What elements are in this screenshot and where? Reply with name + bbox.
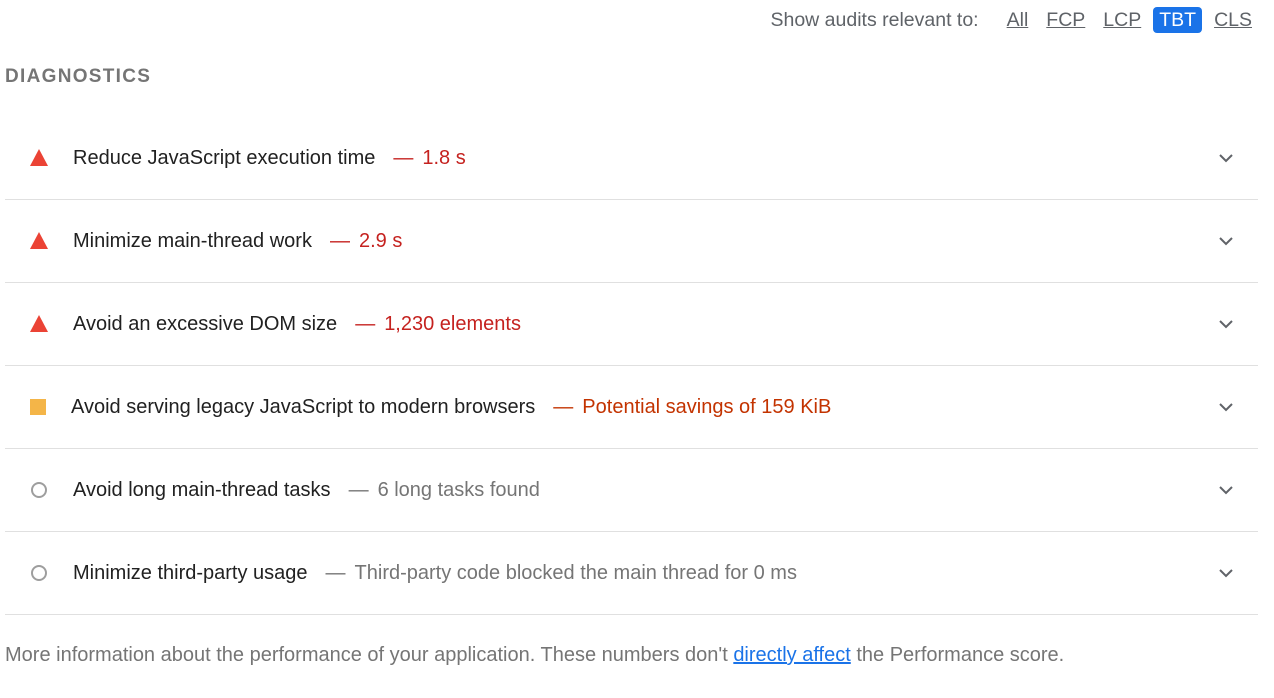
directly-affect-link[interactable]: directly affect bbox=[733, 644, 850, 666]
audit-title: Reduce JavaScript execution time bbox=[73, 146, 376, 169]
filter-all-button[interactable]: All bbox=[1001, 7, 1035, 33]
audit-row[interactable]: Avoid serving legacy JavaScript to moder… bbox=[5, 366, 1258, 449]
audit-separator: — bbox=[355, 312, 376, 335]
chevron-down-icon[interactable] bbox=[1218, 233, 1234, 249]
chevron-down-icon[interactable] bbox=[1218, 482, 1234, 498]
chevron-down-icon[interactable] bbox=[1218, 565, 1234, 581]
audit-filter-bar: Show audits relevant to: All FCP LCP TBT… bbox=[770, 6, 1258, 34]
audit-row[interactable]: Avoid long main-thread tasks — 6 long ta… bbox=[5, 449, 1258, 532]
informative-circle-icon bbox=[5, 563, 73, 583]
audit-title: Minimize main-thread work bbox=[73, 229, 312, 252]
audit-display-value: 1,230 elements bbox=[384, 312, 521, 335]
chevron-down-icon[interactable] bbox=[1218, 399, 1234, 415]
fail-triangle-icon bbox=[5, 314, 73, 334]
footer-note: More information about the performance o… bbox=[5, 644, 1064, 667]
audit-title: Avoid long main-thread tasks bbox=[73, 478, 331, 501]
audit-row[interactable]: Minimize main-thread work — 2.9 s bbox=[5, 200, 1258, 283]
chevron-down-icon[interactable] bbox=[1218, 150, 1234, 166]
chevron-down-icon[interactable] bbox=[1218, 316, 1234, 332]
fail-triangle-icon bbox=[5, 148, 73, 168]
audit-separator: — bbox=[553, 395, 574, 418]
audit-display-value: Third-party code blocked the main thread… bbox=[354, 561, 797, 584]
audit-title: Avoid serving legacy JavaScript to moder… bbox=[71, 395, 536, 418]
audit-separator: — bbox=[325, 561, 346, 584]
footer-text-after: the Performance score. bbox=[850, 644, 1065, 666]
average-square-icon bbox=[5, 397, 71, 417]
audit-display-value: 2.9 s bbox=[358, 229, 403, 252]
audit-title: Avoid an excessive DOM size bbox=[73, 312, 338, 335]
audit-title: Minimize third-party usage bbox=[73, 561, 308, 584]
audit-row[interactable]: Reduce JavaScript execution time — 1.8 s bbox=[5, 117, 1258, 200]
filter-fcp-button[interactable]: FCP bbox=[1040, 7, 1091, 33]
audit-display-value: 6 long tasks found bbox=[377, 478, 540, 501]
filter-cls-button[interactable]: CLS bbox=[1208, 7, 1258, 33]
audit-list: Reduce JavaScript execution time — 1.8 s… bbox=[5, 117, 1258, 615]
informative-circle-icon bbox=[5, 480, 73, 500]
fail-triangle-icon bbox=[5, 231, 73, 251]
section-title: DIAGNOSTICS bbox=[5, 66, 152, 87]
audit-row[interactable]: Avoid an excessive DOM size — 1,230 elem… bbox=[5, 283, 1258, 366]
audit-row[interactable]: Minimize third-party usage — Third-party… bbox=[5, 532, 1258, 615]
filter-lcp-button[interactable]: LCP bbox=[1097, 7, 1147, 33]
audit-separator: — bbox=[393, 146, 414, 169]
audit-separator: — bbox=[348, 478, 369, 501]
filter-label: Show audits relevant to: bbox=[770, 8, 979, 31]
audit-display-value: Potential savings of 159 KiB bbox=[582, 395, 832, 418]
audit-display-value: 1.8 s bbox=[422, 146, 466, 169]
audit-separator: — bbox=[329, 229, 350, 252]
filter-tbt-button[interactable]: TBT bbox=[1153, 7, 1203, 33]
footer-text-before: More information about the performance o… bbox=[5, 644, 734, 666]
